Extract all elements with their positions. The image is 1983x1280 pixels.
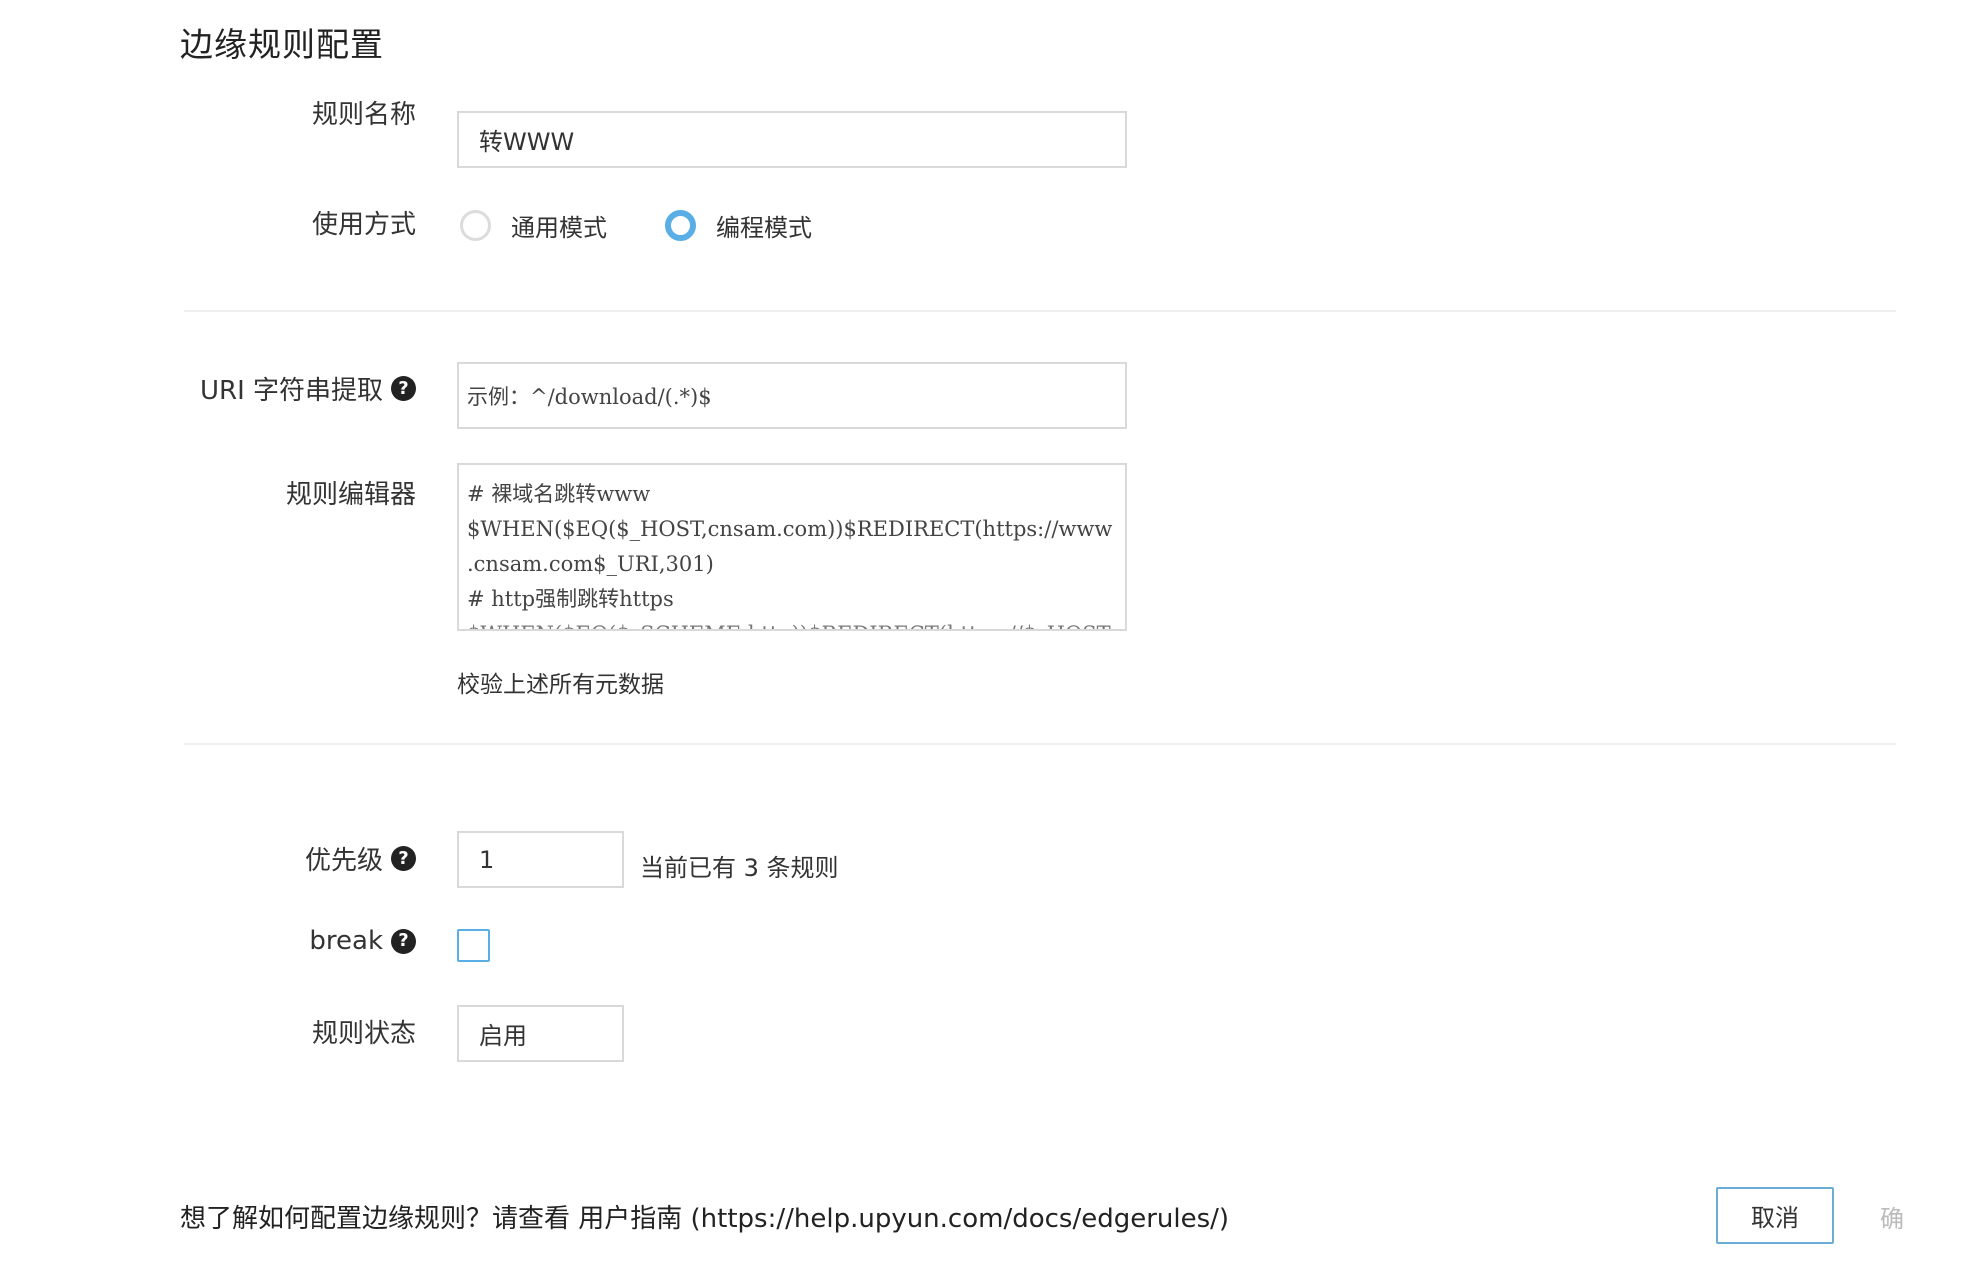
- usage-mode-label: 使用方式: [312, 204, 416, 241]
- cancel-button[interactable]: 取消: [1716, 1187, 1834, 1244]
- uri-extract-label-text: URI 字符串提取: [199, 376, 383, 406]
- priority-value: 1: [479, 845, 495, 874]
- editor-line: .cnsam.com$_URI,301): [467, 552, 714, 576]
- status-label: 规则状态: [312, 1013, 416, 1050]
- rule-name-label-text: 规则名称: [311, 100, 416, 130]
- rule-name-label: 规则名称: [312, 94, 416, 131]
- usage-mode-label-text: 使用方式: [311, 210, 416, 240]
- priority-hint: 当前已有 3 条规则: [640, 854, 839, 882]
- validate-metadata-link[interactable]: 校验上述所有元数据: [457, 665, 664, 699]
- question-circle-icon[interactable]: ?: [391, 376, 416, 401]
- editor-line: $WHEN($EQ($_SCHEME,http))$REDIRECT(https…: [467, 617, 1125, 629]
- radio-programming-mode-label[interactable]: 编程模式: [716, 208, 812, 243]
- edge-rule-config-page: 边缘规则配置 规则名称 转WWW 使用方式 通用模式 编程模式 URI 字符串提…: [0, 0, 1983, 1280]
- editor-line: # 裸域名跳转www: [467, 482, 651, 506]
- rule-editor-label-text: 规则编辑器: [285, 480, 416, 510]
- uri-extract-input[interactable]: 示例：^/download/(.*)$: [457, 362, 1127, 429]
- break-label-text: break: [309, 926, 383, 956]
- priority-label: 优先级 ?: [305, 840, 416, 877]
- question-circle-icon[interactable]: ?: [391, 928, 416, 954]
- section-divider: [184, 743, 1896, 745]
- editor-line: # http强制跳转https: [467, 587, 674, 611]
- page-title: 边缘规则配置: [180, 25, 384, 64]
- rule-name-value: 转WWW: [479, 128, 575, 156]
- section-divider: [184, 310, 1896, 312]
- uri-extract-label: URI 字符串提取 ?: [200, 370, 416, 407]
- break-label: break ?: [309, 926, 416, 956]
- radio-general-mode[interactable]: [460, 210, 491, 241]
- editor-line: $WHEN($EQ($_HOST,cnsam.com))$REDIRECT(ht…: [467, 517, 1113, 541]
- question-circle-icon[interactable]: ?: [391, 846, 416, 871]
- rule-name-input[interactable]: 转WWW: [457, 111, 1127, 168]
- status-value: 启用: [479, 1022, 527, 1050]
- status-select[interactable]: 启用: [457, 1005, 624, 1062]
- confirm-button[interactable]: 确: [1880, 1199, 1904, 1234]
- radio-general-mode-label[interactable]: 通用模式: [511, 208, 607, 243]
- rule-editor-textarea[interactable]: # 裸域名跳转www $WHEN($EQ($_HOST,cnsam.com))$…: [457, 463, 1127, 631]
- priority-input[interactable]: 1: [457, 831, 624, 888]
- rule-editor-label: 规则编辑器: [286, 474, 416, 511]
- break-checkbox[interactable]: [457, 929, 490, 962]
- radio-programming-mode[interactable]: [665, 210, 696, 241]
- status-label-text: 规则状态: [311, 1019, 416, 1049]
- uri-extract-placeholder: 示例：^/download/(.*)$: [467, 384, 712, 409]
- priority-label-text: 优先级: [304, 846, 383, 876]
- help-guide-text[interactable]: 想了解如何配置边缘规则？请查看 用户指南 (https://help.upyun…: [180, 1198, 1229, 1235]
